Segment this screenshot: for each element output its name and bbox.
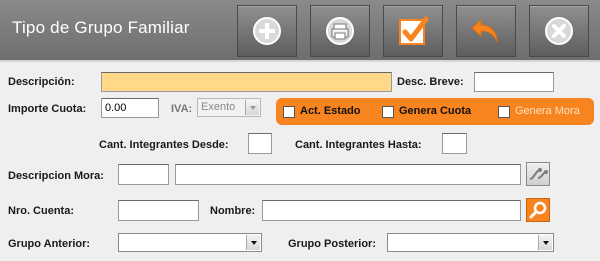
- grupo-anterior-label: Grupo Anterior:: [8, 238, 91, 250]
- act-estado-label: Act. Estado: [300, 105, 361, 117]
- close-icon: [545, 17, 573, 45]
- chevron-down-icon: [246, 235, 260, 250]
- nro-cuenta-input[interactable]: [118, 200, 199, 221]
- act-estado-checkbox[interactable]: [283, 106, 295, 118]
- print-icon: [326, 17, 354, 45]
- grupo-posterior-select[interactable]: [387, 233, 554, 252]
- link-button[interactable]: [526, 162, 550, 186]
- desc-breve-input[interactable]: [474, 72, 554, 92]
- undo-arrow-icon: [471, 18, 498, 43]
- grupo-anterior-select[interactable]: [118, 233, 262, 252]
- descripcion-mora-input[interactable]: [175, 164, 521, 185]
- genera-mora-label: Genera Mora: [515, 105, 580, 117]
- descripcion-mora-code-input[interactable]: [118, 164, 169, 185]
- nombre-label: Nombre:: [210, 205, 256, 217]
- title-bar: Tipo de Grupo Familiar: [0, 0, 600, 62]
- cant-desde-label: Cant. Integrantes Desde:: [99, 139, 229, 151]
- chevron-down-icon: [245, 100, 259, 115]
- importe-cuota-label: Importe Cuota:: [8, 103, 87, 115]
- confirm-button[interactable]: [383, 5, 443, 57]
- close-button[interactable]: [529, 5, 589, 57]
- plus-icon: [253, 17, 281, 45]
- genera-mora-checkbox[interactable]: [498, 106, 510, 118]
- link-icon: [529, 168, 548, 180]
- nro-cuenta-label: Nro. Cuenta:: [8, 205, 74, 217]
- desc-breve-label: Desc. Breve:: [397, 76, 464, 88]
- genera-cuota-checkbox[interactable]: [382, 106, 394, 118]
- grupo-posterior-label: Grupo Posterior:: [288, 238, 377, 250]
- importe-cuota-input[interactable]: [101, 98, 159, 118]
- window-title: Tipo de Grupo Familiar: [12, 18, 190, 37]
- print-button[interactable]: [310, 5, 370, 57]
- iva-select-value: Exento: [201, 101, 236, 113]
- descripcion-input[interactable]: [101, 72, 392, 92]
- cant-hasta-label: Cant. Integrantes Hasta:: [295, 139, 422, 151]
- cant-desde-input[interactable]: [248, 133, 272, 154]
- undo-button[interactable]: [456, 5, 516, 57]
- add-button[interactable]: [237, 5, 297, 57]
- descripcion-mora-label: Descripcion Mora:: [8, 170, 104, 182]
- descripcion-label: Descripción:: [8, 76, 75, 88]
- search-icon: [529, 201, 547, 219]
- genera-cuota-label: Genera Cuota: [399, 105, 472, 117]
- nombre-input[interactable]: [262, 200, 521, 221]
- iva-label: IVA:: [171, 103, 193, 115]
- check-icon: [399, 16, 429, 45]
- search-button[interactable]: [526, 198, 550, 222]
- chevron-down-icon: [538, 235, 552, 250]
- iva-select: Exento: [197, 98, 261, 117]
- cant-hasta-input[interactable]: [442, 133, 467, 154]
- app-window: Tipo de Grupo Familiar Descripción: Desc…: [0, 0, 600, 261]
